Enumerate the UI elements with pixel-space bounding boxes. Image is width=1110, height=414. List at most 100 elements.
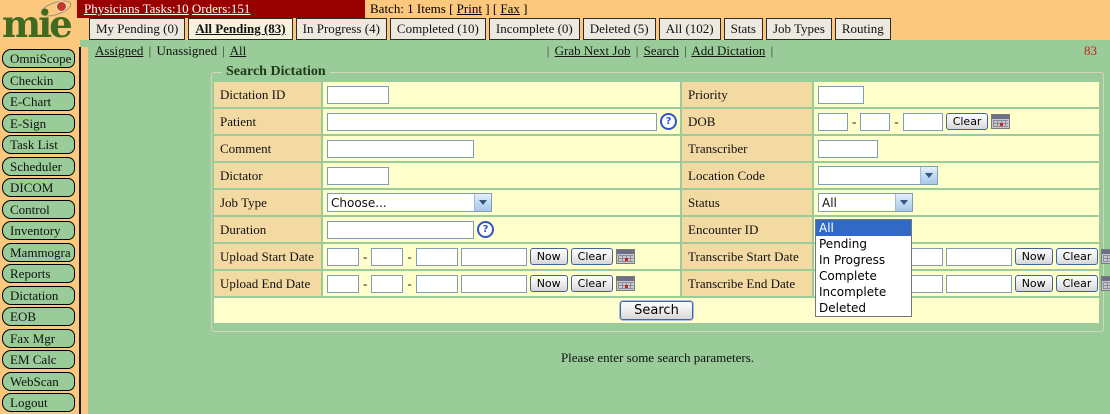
tab-all[interactable]: All (102) (659, 18, 721, 40)
status-value: All (819, 196, 895, 210)
sidebar-item-em-calc[interactable]: EM Calc (2, 350, 75, 369)
now-button[interactable]: Now (530, 275, 568, 292)
assigned-link[interactable]: Assigned (95, 43, 143, 58)
status-option-all[interactable]: All (816, 220, 911, 236)
time-input[interactable] (946, 248, 1012, 266)
tab-deleted[interactable]: Deleted (5) (583, 18, 656, 40)
status-option-incomplete[interactable]: Incomplete (816, 284, 911, 300)
date-day-input[interactable] (371, 248, 403, 266)
sidebar-item-reports[interactable]: Reports (2, 264, 75, 283)
clear-button[interactable]: Clear (1056, 248, 1099, 265)
orders-link[interactable]: Orders:151 (192, 1, 251, 16)
dob-month-input[interactable] (818, 113, 848, 131)
logo-text: mie (2, 6, 70, 42)
sidebar-item-inventory[interactable]: Inventory (2, 221, 75, 240)
calendar-icon[interactable] (616, 276, 635, 291)
clear-button[interactable]: Clear (1056, 275, 1099, 292)
now-button[interactable]: Now (1015, 248, 1053, 265)
print-link[interactable]: Print (457, 1, 482, 16)
status-option-in-progress[interactable]: In Progress (816, 252, 911, 268)
help-icon[interactable]: ? (477, 221, 494, 238)
status-select[interactable]: All (818, 193, 913, 212)
time-input[interactable] (946, 275, 1012, 293)
clear-button[interactable]: Clear (571, 248, 614, 265)
upload-end-date-cell: -- Now Clear (323, 271, 680, 296)
calendar-icon[interactable] (616, 249, 635, 264)
comment-input[interactable] (327, 140, 474, 158)
transcriber-input[interactable] (818, 140, 878, 158)
tab-in-progress[interactable]: In Progress (4) (296, 18, 387, 40)
patient-input[interactable] (327, 113, 657, 131)
date-year-input[interactable] (416, 275, 458, 293)
transcriber-cell (814, 136, 1099, 161)
job-type-select[interactable]: Choose... (327, 193, 492, 212)
sidebar-item-omniscope[interactable]: OmniScope (2, 49, 75, 68)
sidebar-item-scheduler[interactable]: Scheduler (2, 157, 75, 176)
dictation-app-page: mie Physicians Tasks:10 Orders:151 Batch… (0, 0, 1110, 414)
filter-toolbar: Assigned | Unassigned | All | Grab Next … (80, 40, 1110, 62)
action-links: | Grab Next Job | Search | Add Dictation… (545, 43, 775, 59)
tab-job-types[interactable]: Job Types (766, 18, 832, 40)
sidebar-item-dictation[interactable]: Dictation (2, 286, 75, 305)
dictation-id-input[interactable] (327, 86, 389, 104)
tab-all-pending[interactable]: All Pending (83) (188, 18, 292, 40)
tab-my-pending[interactable]: My Pending (0) (89, 18, 185, 40)
batch-label: Batch: 1 Items (370, 1, 446, 16)
transcribe-start-date-label: Transcribe Start Date (682, 244, 812, 269)
assignment-filters: Assigned | Unassigned | All (95, 43, 246, 59)
dob-clear-button[interactable]: Clear (946, 113, 989, 130)
sidebar-item-eob[interactable]: EOB (2, 307, 75, 326)
duration-input[interactable] (327, 221, 474, 239)
help-icon[interactable]: ? (660, 113, 677, 130)
sidebar-item-checkin[interactable]: Checkin (2, 71, 75, 90)
separator: | (636, 43, 639, 58)
status-option-pending[interactable]: Pending (816, 236, 911, 252)
location-code-select[interactable] (818, 166, 938, 185)
date-year-input[interactable] (416, 248, 458, 266)
status-option-complete[interactable]: Complete (816, 268, 911, 284)
calendar-icon[interactable] (1101, 276, 1110, 291)
clear-button[interactable]: Clear (571, 275, 614, 292)
print-bracket-open: [ (449, 1, 453, 16)
calendar-icon[interactable] (991, 114, 1010, 129)
all-link[interactable]: All (230, 43, 247, 58)
sidebar-item-task-list[interactable]: Task List (2, 135, 75, 154)
chevron-down-icon (920, 167, 937, 184)
dob-day-input[interactable] (860, 113, 890, 131)
now-button[interactable]: Now (530, 248, 568, 265)
search-link[interactable]: Search (644, 43, 679, 58)
tab-routing[interactable]: Routing (835, 18, 891, 40)
tab-stats[interactable]: Stats (724, 18, 763, 40)
encounter-id-label: Encounter ID (682, 217, 812, 242)
status-option-deleted[interactable]: Deleted (816, 300, 911, 316)
now-button[interactable]: Now (1015, 275, 1053, 292)
sidebar-item-fax-mgr[interactable]: Fax Mgr (2, 329, 75, 348)
sidebar-item-mammography[interactable]: Mammogra (2, 243, 75, 262)
dob-year-input[interactable] (903, 113, 943, 131)
add-dictation-link[interactable]: Add Dictation (691, 43, 765, 58)
date-month-input[interactable] (327, 248, 359, 266)
search-hint-message: Please enter some search parameters. (211, 350, 1104, 366)
grab-next-job-link[interactable]: Grab Next Job (555, 43, 631, 58)
date-day-input[interactable] (371, 275, 403, 293)
sidebar-item-logout[interactable]: Logout (2, 393, 75, 412)
dictator-input[interactable] (327, 167, 389, 185)
job-type-value: Choose... (328, 196, 474, 210)
tab-incomplete[interactable]: Incomplete (0) (489, 18, 580, 40)
sidebar-item-dicom[interactable]: DICOM (2, 178, 75, 197)
tab-completed[interactable]: Completed (10) (390, 18, 486, 40)
priority-input[interactable] (818, 86, 864, 104)
time-input[interactable] (461, 248, 527, 266)
sidebar-item-e-chart[interactable]: E-Chart (2, 92, 75, 111)
sidebar-item-e-sign[interactable]: E-Sign (2, 114, 75, 133)
calendar-icon[interactable] (1101, 249, 1110, 264)
fax-bracket-open: [ (493, 1, 497, 16)
sidebar-item-control[interactable]: Control (2, 200, 75, 219)
fax-link[interactable]: Fax (500, 1, 520, 16)
sidebar-item-webscan[interactable]: WebScan (2, 372, 75, 391)
date-month-input[interactable] (327, 275, 359, 293)
dob-label: DOB (682, 109, 812, 134)
physicians-tasks-link[interactable]: Physicians Tasks:10 (84, 1, 189, 16)
search-button[interactable]: Search (620, 301, 693, 320)
time-input[interactable] (461, 275, 527, 293)
